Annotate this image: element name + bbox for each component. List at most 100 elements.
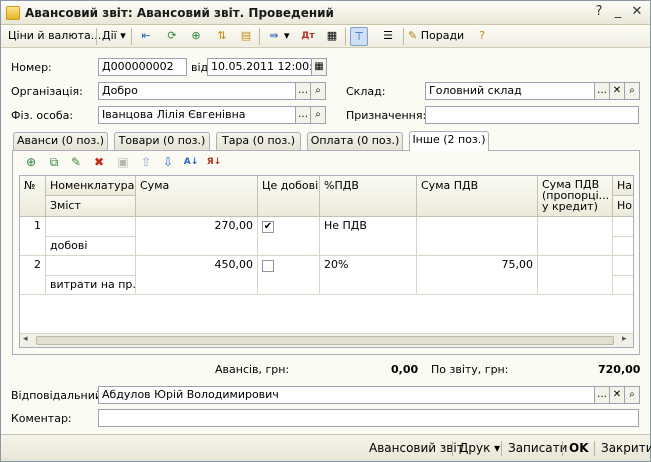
structure-icon[interactable]: ⇅ [213,27,231,46]
go-to-icon[interactable]: ⇛ [265,27,283,46]
minimize-icon[interactable]: _ [610,5,626,20]
is-expense-checkbox[interactable]: ✔ [262,221,274,233]
select-ellipsis-icon[interactable]: … [295,82,311,100]
post-icon[interactable]: ⊕ [187,27,205,46]
search-icon[interactable]: ⌕ [624,82,640,100]
tab-goods[interactable]: Товари (0 поз.) [114,132,210,150]
document-icon [6,6,20,20]
report-icon[interactable]: ▦ [323,27,341,46]
sort-desc-icon[interactable]: Я↓ [205,154,223,172]
table-row[interactable]: 2 [20,256,46,295]
select-ellipsis-icon[interactable]: … [594,386,610,404]
settings-list-icon[interactable]: ☰ [379,27,397,46]
scroll-left-icon[interactable]: ◂ [23,334,28,344]
warehouse-field[interactable]: Головний склад [425,82,595,100]
tab-payment[interactable]: Оплата (0 поз.) [307,132,403,150]
col-vat-rate-header[interactable]: %ПДВ [320,176,417,217]
organization-field[interactable]: Добро [98,82,296,100]
search-icon[interactable]: ⌕ [624,386,640,404]
report-total-label: По звіту, грн: [431,363,509,376]
horizontal-scrollbar[interactable]: ◂ ▸ [20,333,633,347]
ok-button[interactable]: OK [569,441,589,455]
col-extra1-header[interactable]: На [613,176,633,196]
clear-icon[interactable]: ✕ [609,82,625,100]
person-label: Фіз. особа: [11,109,74,122]
comment-field[interactable] [98,409,639,427]
comment-label: Коментар: [11,412,72,425]
refresh-icon[interactable]: ⟳ [163,27,181,46]
move-up-icon[interactable]: ⇧ [137,154,155,172]
debit-credit-icon[interactable]: Дт [299,27,317,46]
chevron-down-icon: ▾ [120,29,126,42]
col-extra2-header[interactable]: Но [613,196,633,217]
col-nomenclature-header[interactable]: Номенклатура [46,176,136,196]
purpose-label: Призначення: [346,109,427,122]
copy-row-icon[interactable]: ⧉ [45,154,63,172]
tab-tare[interactable]: Тара (0 поз.) [216,132,301,150]
sort-asc-icon[interactable]: A↓ [182,154,200,172]
warehouse-label: Склад: [346,85,386,98]
row-extra2-cell[interactable] [613,276,633,295]
help-icon[interactable]: ? [591,5,607,20]
question-icon[interactable]: ? [473,27,491,46]
col-vat-sum-header[interactable]: Сума ПДВ [417,176,538,217]
filter-icon[interactable]: ⊤ [350,27,368,46]
row-vat-sum-cell[interactable] [417,217,538,256]
col-vat-prop-header[interactable]: Сума ПДВ (пропорці... у кредит) [538,176,613,217]
row-sum-cell[interactable]: 270,00 [136,217,258,256]
date-field[interactable]: 10.05.2011 12:00:00 [207,58,312,76]
tab-other[interactable]: Інше (2 поз.) [409,131,489,151]
row-vat-rate-cell[interactable]: Не ПДВ [320,217,417,256]
col-content-header[interactable]: Зміст [46,196,136,217]
row-content-cell[interactable]: добові [46,237,136,256]
row-vat-prop-cell[interactable] [538,217,613,256]
clear-icon[interactable]: ✕ [609,386,625,404]
row-extra1-cell[interactable] [613,256,633,276]
toolbar: Ціни й валюта... Дії ▾ ⇤ ⟳ ⊕ ⇅ ▤ ⇛ ▾ Дт … [1,25,650,48]
person-field[interactable]: Іванцова Лілія Євгенівна [98,106,296,124]
move-down-icon[interactable]: ⇩ [159,154,177,172]
number-field[interactable]: Д000000002 [98,58,187,76]
print-menu-button[interactable]: Друк ▾ [459,441,500,455]
end-edit-icon[interactable]: ▣ [114,154,132,172]
row-vat-sum-cell[interactable]: 75,00 [417,256,538,295]
advance-report-print-button[interactable]: Авансовий звіт [369,441,464,455]
add-row-icon[interactable]: ⊕ [22,154,40,172]
row-vat-prop-cell[interactable] [538,256,613,295]
row-extra2-cell[interactable] [613,237,633,256]
purpose-field[interactable] [425,106,639,124]
chevron-down-icon[interactable]: ▾ [284,27,290,46]
col-is-expense-header[interactable]: Це добові [258,176,320,217]
is-expense-checkbox[interactable] [262,260,274,272]
row-vat-rate-cell[interactable]: 20% [320,256,417,295]
select-ellipsis-icon[interactable]: … [295,106,311,124]
row-nomenclature-cell[interactable] [46,217,136,237]
search-icon[interactable]: ⌕ [310,82,326,100]
row-nomenclature-cell[interactable] [46,256,136,276]
close-icon[interactable]: ✕ [629,5,645,20]
row-is-expense-cell[interactable] [258,256,320,295]
col-sum-header[interactable]: Сума [136,176,258,217]
col-num-header[interactable]: № [20,176,46,217]
prices-currency-button[interactable]: Ціни й валюта... [8,27,101,46]
enter-based-on-icon[interactable]: ⇤ [137,27,155,46]
scrollbar-thumb[interactable] [36,336,614,345]
row-content-cell[interactable]: витрати на пр... [46,276,136,295]
movements-icon[interactable]: ▤ [237,27,255,46]
row-is-expense-cell[interactable]: ✔ [258,217,320,256]
close-button[interactable]: Закрити [601,441,651,455]
tips-button[interactable]: ✎ Поради [408,27,464,46]
search-icon[interactable]: ⌕ [310,106,326,124]
edit-row-icon[interactable]: ✎ [67,154,85,172]
table-row[interactable]: 1 [20,217,46,256]
actions-menu-button[interactable]: Дії ▾ [102,27,126,46]
calendar-icon[interactable]: ▦ [311,58,327,76]
select-ellipsis-icon[interactable]: … [594,82,610,100]
row-sum-cell[interactable]: 450,00 [136,256,258,295]
tab-advances[interactable]: Аванси (0 поз.) [13,132,108,150]
row-extra1-cell[interactable] [613,217,633,237]
save-button[interactable]: Записати [508,441,567,455]
scroll-right-icon[interactable]: ▸ [622,334,627,344]
responsible-field[interactable]: Абдулов Юрій Володимирович [98,386,595,404]
delete-row-icon[interactable]: ✖ [90,154,108,172]
